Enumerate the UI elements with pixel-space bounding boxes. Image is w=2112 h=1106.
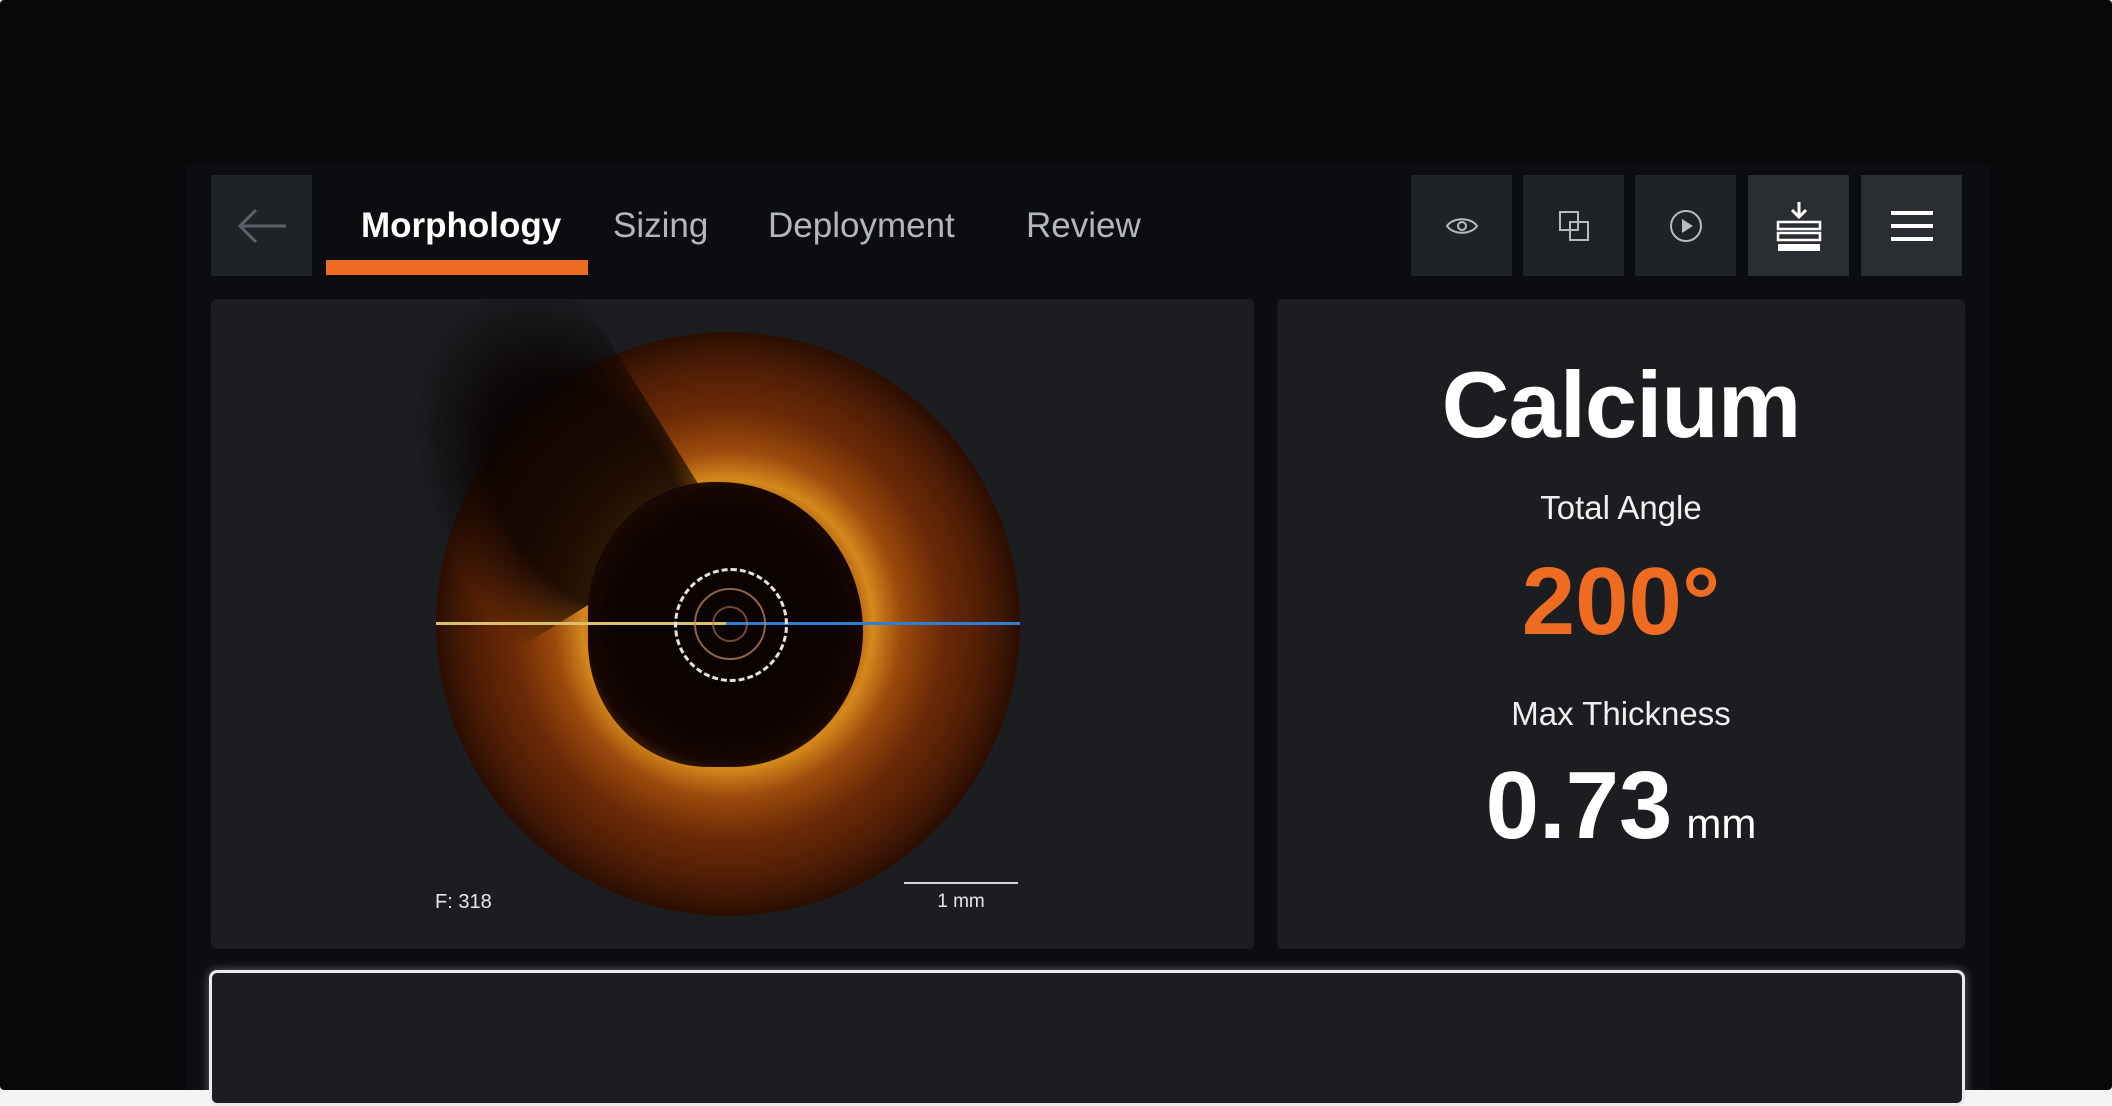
tab-deployment-label: Deployment	[768, 205, 955, 245]
tab-morphology-label: Morphology	[361, 205, 562, 245]
device-bezel: Morphology Sizing Deployment Review F: 3…	[0, 0, 2112, 1106]
export-button[interactable]	[1748, 175, 1849, 276]
tab-review-label: Review	[1026, 205, 1141, 245]
longitudinal-view-panel[interactable]	[209, 970, 1965, 1106]
max-thickness-row: 0.73 mm	[1277, 751, 1965, 861]
app-window: Morphology Sizing Deployment Review F: 3…	[186, 164, 1990, 1106]
scale-bar	[904, 882, 1018, 884]
total-angle-label: Total Angle	[1540, 489, 1702, 526]
active-tab-indicator	[326, 260, 588, 275]
tab-deployment[interactable]: Deployment	[768, 175, 955, 276]
oct-cross-section-image[interactable]	[340, 299, 1020, 916]
menu-button[interactable]	[1861, 175, 1962, 276]
calcium-result-panel: Calcium Total Angle 200° Max Thickness 0…	[1277, 299, 1965, 949]
download-layers-icon	[1776, 201, 1821, 251]
back-button[interactable]	[211, 175, 312, 276]
compare-button[interactable]	[1523, 175, 1624, 276]
tab-sizing-label: Sizing	[613, 205, 709, 245]
catheter-core-ring	[712, 606, 748, 642]
max-thickness-value: 0.73	[1485, 752, 1673, 859]
max-thickness-label: Max Thickness	[1511, 695, 1731, 732]
oct-image-panel: F: 318 1 mm	[211, 299, 1254, 949]
eye-icon	[1445, 217, 1478, 234]
menu-icon	[1890, 210, 1933, 241]
frame-number: F: 318	[435, 891, 492, 913]
result-title: Calcium	[1441, 352, 1802, 457]
play-button[interactable]	[1635, 175, 1736, 276]
total-angle-value: 200°	[1521, 548, 1721, 655]
scale-bar-label: 1 mm	[937, 891, 985, 912]
play-icon	[1669, 209, 1702, 242]
arrow-left-icon	[237, 208, 286, 243]
max-thickness-unit: mm	[1686, 800, 1757, 847]
tab-review[interactable]: Review	[1026, 175, 1141, 276]
copy-icon	[1558, 210, 1589, 241]
view-toggle-button[interactable]	[1411, 175, 1512, 276]
tab-sizing[interactable]: Sizing	[613, 175, 708, 276]
